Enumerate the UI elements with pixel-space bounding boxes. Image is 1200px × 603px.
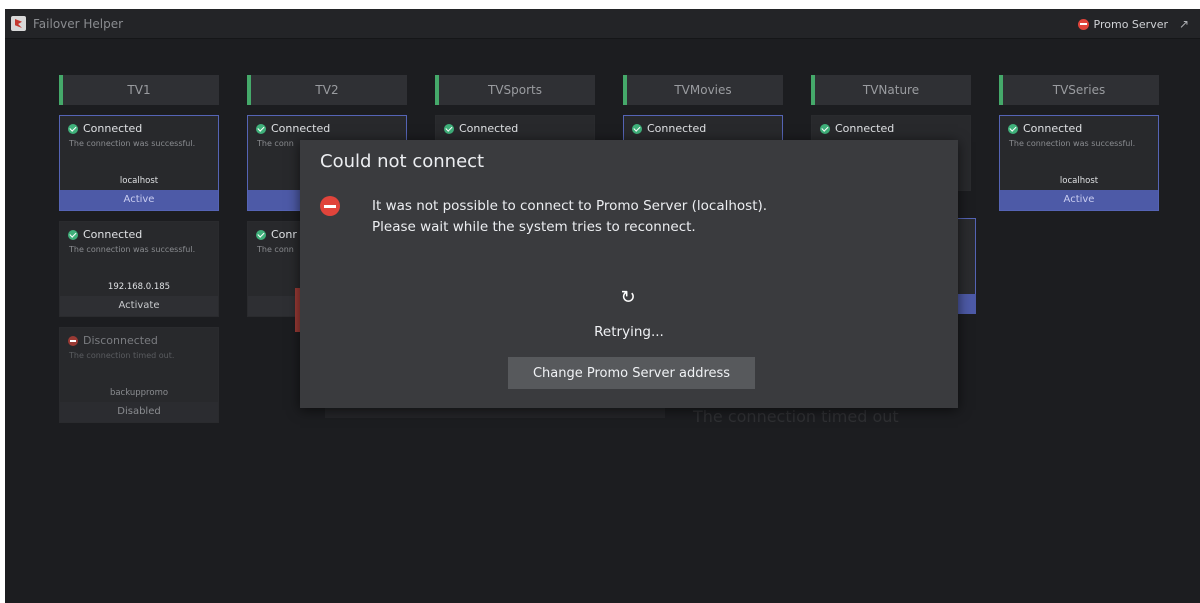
- channel-header: TVNature: [811, 75, 971, 105]
- connection-state: Connected: [835, 122, 895, 135]
- check-icon: [68, 229, 78, 240]
- server-card[interactable]: Connected The connection was successful.…: [59, 221, 219, 317]
- server-card[interactable]: Disconnected The connection timed out. b…: [59, 327, 219, 423]
- server-host: 192.168.0.185: [107, 282, 171, 292]
- check-icon: [256, 123, 266, 134]
- connection-message: The connection timed out.: [69, 351, 175, 360]
- activate-button[interactable]: Activate: [60, 296, 218, 316]
- connection-state: Connected: [271, 122, 331, 135]
- connection-state: Connected: [83, 122, 143, 135]
- connection-state: Disconnected: [83, 334, 158, 347]
- check-icon: [820, 123, 830, 134]
- server-host: localhost: [1059, 176, 1099, 186]
- connection-message: The connection was successful.: [1009, 139, 1136, 148]
- background-indicator-blue: [958, 218, 976, 314]
- connection-state: Conr: [271, 228, 297, 241]
- connection-message: The connection was successful.: [69, 245, 196, 254]
- dialog-title: Could not connect: [320, 151, 485, 172]
- check-icon: [444, 123, 454, 134]
- external-link-icon[interactable]: ↗: [1176, 16, 1192, 32]
- app-title: Failover Helper: [33, 16, 124, 31]
- error-icon: [68, 335, 78, 346]
- dialog-message-line2: Please wait while the system tries to re…: [372, 219, 696, 235]
- connection-message: The connection was successful.: [69, 139, 196, 148]
- server-error-icon: [1077, 18, 1089, 30]
- background-indicator-blue-bar: [958, 294, 976, 314]
- change-server-address-button[interactable]: Change Promo Server address: [508, 357, 755, 389]
- check-icon: [1008, 123, 1018, 134]
- server-status-label: Promo Server: [1093, 17, 1168, 31]
- app-window: Failover Helper Promo Server ↗ TV1 Conne…: [5, 9, 1200, 603]
- background-connection-text: The connection timed out: [693, 407, 899, 426]
- server-card[interactable]: Connected The connection was successful.…: [999, 115, 1159, 211]
- connection-state: Connected: [647, 122, 707, 135]
- check-icon: [256, 229, 266, 240]
- dialog-message-line1: It was not possible to connect to Promo …: [372, 198, 768, 214]
- refresh-spinner-icon: ↻: [620, 287, 636, 308]
- connection-state: Connected: [459, 122, 519, 135]
- channel-column-tvseries: TVSeries Connected The connection was su…: [999, 75, 1159, 211]
- check-icon: [68, 123, 78, 134]
- connection-error-dialog: Could not connect It was not possible to…: [300, 140, 958, 408]
- server-action-button: Disabled: [60, 402, 218, 422]
- background-panel: [325, 408, 665, 418]
- channel-column-tv1: TV1 Connected The connection was success…: [59, 75, 219, 423]
- server-host: localhost: [119, 176, 159, 186]
- error-icon: [320, 196, 340, 216]
- connection-state: Connected: [1023, 122, 1083, 135]
- channel-header: TVSports: [435, 75, 595, 105]
- server-host: backuppromo: [109, 388, 169, 398]
- title-bar: Failover Helper Promo Server ↗: [5, 9, 1200, 39]
- channel-header: TV1: [59, 75, 219, 105]
- check-icon: [632, 123, 642, 134]
- retrying-status: Retrying...: [594, 324, 664, 340]
- connection-state: Connected: [83, 228, 143, 241]
- server-status[interactable]: Promo Server ↗: [1077, 9, 1200, 39]
- server-card[interactable]: Connected The connection was successful.…: [59, 115, 219, 211]
- channel-header: TV2: [247, 75, 407, 105]
- server-action-button[interactable]: Active: [1000, 190, 1158, 210]
- app-logo-icon: [11, 16, 26, 31]
- channel-header: TVMovies: [623, 75, 783, 105]
- dialog-message: It was not possible to connect to Promo …: [372, 196, 767, 238]
- server-action-button[interactable]: Active: [60, 190, 218, 210]
- channel-header: TVSeries: [999, 75, 1159, 105]
